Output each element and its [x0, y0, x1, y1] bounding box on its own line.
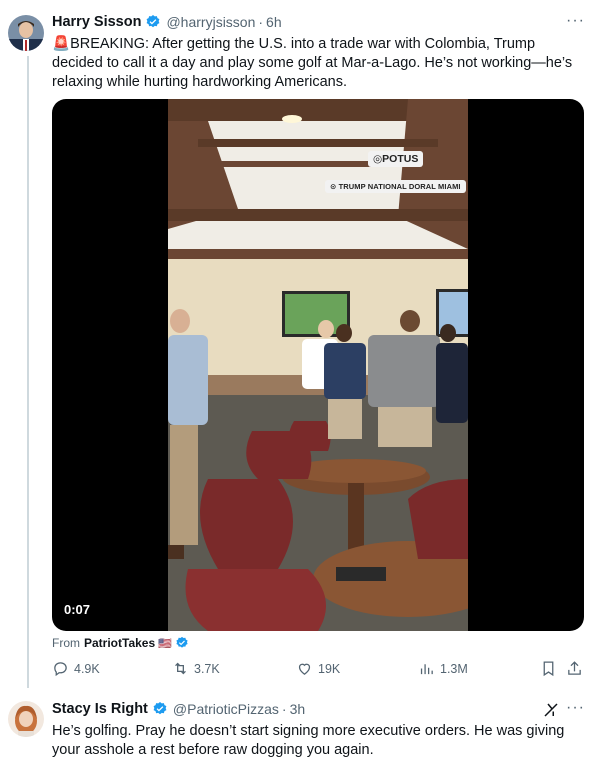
bookmark-icon — [543, 661, 554, 677]
instagram-tag: ◎POTUS — [368, 151, 424, 167]
share-button[interactable] — [566, 660, 588, 677]
share-icon — [568, 661, 581, 675]
avatar[interactable] — [8, 701, 44, 737]
like-icon — [298, 663, 311, 675]
author-name[interactable]: Harry Sisson — [52, 14, 141, 30]
video-frame[interactable]: ◎POTUS ⊙ TRUMP NATIONAL DORAL MIAMI — [168, 99, 468, 631]
verified-badge-icon — [147, 15, 160, 28]
from-label: From — [52, 636, 80, 650]
author-handle[interactable]: @PatrioticPizzas — [173, 701, 279, 717]
repost-button[interactable]: 3.7K — [172, 660, 220, 677]
separator-dot: · — [281, 701, 287, 717]
tweet-time[interactable]: 3h — [290, 701, 306, 717]
source-attribution: From PatriotTakes 🇺🇸 — [52, 636, 194, 650]
tweet-header: Stacy Is Right @PatrioticPizzas · 3h — [52, 701, 305, 717]
tweet-text: He’s golfing. Pray he doesn’t start sign… — [52, 723, 565, 758]
location-pin-icon: ⊙ — [330, 182, 339, 191]
like-count: 19K — [318, 661, 341, 676]
video-player[interactable]: ◎POTUS ⊙ TRUMP NATIONAL DORAL MIAMI 0:07 — [52, 99, 584, 631]
source-account[interactable]: PatriotTakes — [84, 636, 155, 650]
author-handle[interactable]: @harryjsisson — [166, 14, 255, 30]
instagram-icon: ◎ — [373, 153, 383, 165]
verified-badge-icon — [176, 636, 188, 648]
video-duration: 0:07 — [64, 602, 91, 617]
more-icon[interactable]: ··· — [566, 12, 585, 30]
like-button[interactable]: 19K — [296, 660, 340, 677]
reply-count: 4.9K — [74, 661, 100, 676]
video-scene — [168, 99, 468, 631]
reply-icon — [54, 662, 67, 677]
views-count: 1.3M — [440, 661, 468, 676]
location-tag: ⊙ TRUMP NATIONAL DORAL MIAMI — [325, 180, 466, 193]
overlay-location-text: TRUMP NATIONAL DORAL MIAMI — [338, 182, 461, 191]
separator-dot: · — [258, 14, 264, 30]
repost-count: 3.7K — [194, 661, 220, 676]
tweet-time[interactable]: 6h — [266, 14, 282, 30]
repost-icon — [175, 662, 186, 675]
us-flag: 🇺🇸 — [158, 637, 172, 650]
views-icon — [420, 664, 433, 675]
reply-button[interactable]: 4.9K — [52, 660, 100, 677]
more-icon[interactable]: ··· — [566, 699, 585, 717]
alert-emoji: 🚨 — [52, 36, 71, 52]
tweet-text: 🚨BREAKING: After getting the U.S. into a… — [52, 35, 587, 92]
action-bar: 4.9K 3.7K 19K 1.3M — [52, 660, 584, 680]
tweet-body: BREAKING: After getting the U.S. into a … — [52, 36, 573, 90]
grok-icon[interactable] — [542, 701, 560, 719]
views-button[interactable]: 1.3M — [418, 660, 468, 677]
verified-badge-icon — [153, 702, 167, 715]
tweet-header: Harry Sisson @harryjsisson · 6h — [52, 14, 282, 30]
author-name[interactable]: Stacy Is Right — [52, 701, 148, 717]
thread-line — [27, 56, 29, 688]
avatar[interactable] — [8, 15, 44, 51]
bookmark-button[interactable] — [540, 660, 562, 677]
overlay-tag-text: POTUS — [382, 153, 419, 165]
